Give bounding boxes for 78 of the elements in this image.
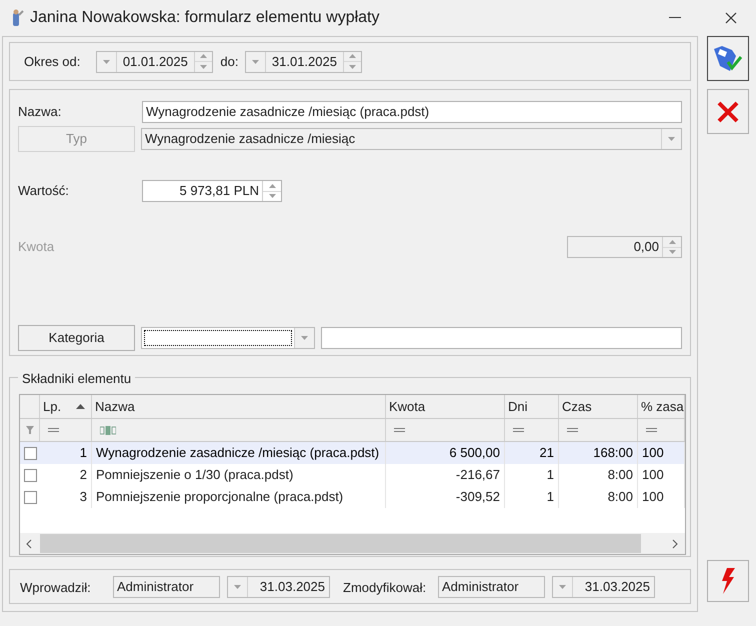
column-header[interactable]: % zasa (638, 395, 685, 418)
table-cell: 8:00 (559, 464, 638, 486)
created-label: Wprowadził: (20, 579, 92, 598)
category-button[interactable]: Kategoria (18, 325, 135, 351)
modified-date-field[interactable]: 31.03.2025 (552, 576, 655, 598)
amount-label: Kwota (18, 238, 56, 256)
table-cell: 8:00 (559, 486, 638, 508)
category-dropdown[interactable] (141, 327, 315, 349)
table-row[interactable]: 1 Wynagrodzenie zasadnicze /miesiąc (praca.pdst) 6 500,00 21 168:00 100 (20, 442, 685, 464)
spin-buttons[interactable] (194, 52, 212, 72)
created-date-field[interactable]: 31.03.2025 (227, 576, 330, 598)
close-icon[interactable] (725, 12, 737, 24)
spin-buttons[interactable] (262, 181, 281, 201)
modified-label: Zmodyfikował: (343, 579, 428, 598)
cancel-button[interactable] (707, 89, 749, 134)
row-checkbox[interactable] (24, 446, 36, 460)
caret-icon (103, 60, 110, 64)
equals-icon[interactable] (48, 428, 59, 432)
created-by-field: Administrator (113, 576, 220, 598)
table-cell: Wynagrodzenie zasadnicze /miesiąc (praca.pdst) (92, 442, 386, 464)
date-to-field[interactable]: 31.01.2025 (245, 50, 362, 72)
table-cell: -216,67 (386, 464, 505, 486)
equals-icon[interactable] (567, 428, 578, 432)
column-header[interactable]: Nazwa (92, 395, 386, 418)
filter-icon[interactable] (26, 426, 34, 434)
close-icon (717, 100, 739, 122)
table-cell: 100 (638, 464, 685, 486)
modified-by-field: Administrator (438, 576, 545, 598)
name-label: Nazwa: (18, 103, 62, 122)
table-cell: 21 (505, 442, 559, 464)
caret-icon (301, 336, 308, 340)
amount-field[interactable]: 0,00 (567, 236, 682, 258)
table-cell: Pomniejszenie o 1/30 (praca.pdst) (92, 464, 386, 486)
lightning-button[interactable] (707, 560, 749, 602)
category-field[interactable] (321, 327, 682, 349)
value-field[interactable]: 5 973,81 PLN (142, 180, 282, 202)
table-cell: 1 (505, 486, 559, 508)
date-from-field[interactable]: 01.01.2025 (96, 50, 214, 72)
row-checkbox[interactable] (24, 468, 36, 482)
column-header[interactable]: Kwota (386, 395, 505, 418)
text-filter-icon[interactable] (100, 426, 116, 434)
type-dropdown[interactable]: Wynagrodzenie zasadnicze /miesiąc (141, 128, 682, 150)
column-header[interactable]: Lp. (40, 395, 92, 418)
caret-icon (234, 584, 241, 588)
floppy-check-icon (713, 44, 743, 72)
sort-ascending-icon (76, 404, 85, 409)
table-cell: 1 (40, 442, 92, 464)
table-cell: 6 500,00 (386, 442, 505, 464)
period-label: Okres od: (24, 52, 80, 71)
table-cell: 2 (40, 464, 92, 486)
period-to-label: do: (220, 52, 238, 71)
caret-icon (559, 584, 566, 588)
equals-icon[interactable] (394, 428, 405, 432)
minimize-icon[interactable] (669, 17, 681, 19)
row-checkbox[interactable] (24, 490, 36, 504)
window-title: Janina Nowakowska: formularz elementu wypłaty (30, 8, 380, 28)
table-cell: 1 (505, 464, 559, 486)
value-label: Wartość: (18, 182, 70, 200)
table-row[interactable]: 2 Pomniejszenie o 1/30 (praca.pdst) -216,67 1 8:00 100 (20, 464, 685, 486)
equals-icon[interactable] (513, 428, 524, 432)
table-cell: -309,52 (386, 486, 505, 508)
table-cell: Pomniejszenie proporcjonalne (praca.pdst) (92, 486, 386, 508)
column-header[interactable]: Dni (505, 395, 559, 418)
save-button[interactable] (707, 36, 749, 81)
table-cell: 168:00 (559, 442, 638, 464)
name-field[interactable]: Wynagrodzenie zasadnicze /miesiąc (praca.pdst) (142, 101, 682, 123)
horizontal-scrollbar[interactable] (20, 533, 685, 554)
lightning-icon (721, 568, 735, 594)
table-cell: 100 (638, 486, 685, 508)
table-cell: 100 (638, 442, 685, 464)
equals-icon[interactable] (646, 428, 657, 432)
caret-icon (668, 137, 675, 141)
spin-buttons[interactable] (342, 52, 362, 72)
caret-icon (252, 60, 260, 64)
column-header[interactable]: Czas (559, 395, 638, 418)
table-row[interactable]: 3 Pomniejszenie proporcjonalne (praca.pdst) -309,52 1 8:00 100 (20, 486, 685, 508)
table-cell: 3 (40, 486, 92, 508)
spin-buttons[interactable] (662, 237, 681, 257)
